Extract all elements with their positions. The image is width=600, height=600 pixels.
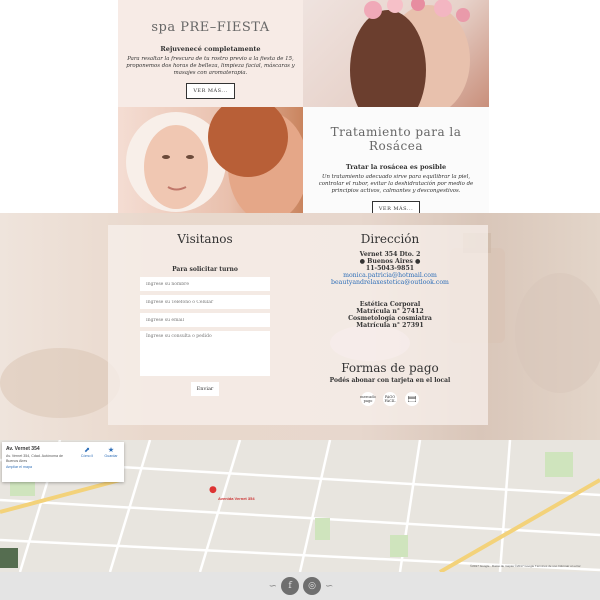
instagram-icon[interactable]: ◎	[303, 577, 321, 595]
address-line: Vernet 354 Dto. 2	[359, 251, 421, 258]
license-line: Matrícula n° 27391	[356, 322, 424, 329]
service-title: Tratamiento para la Rosácea	[330, 125, 462, 153]
license-line: Cosmetología cosmiatra	[348, 315, 432, 322]
address-line: ● Buenos Aires ●	[359, 258, 421, 265]
ver-mas-button[interactable]: VER MÁS...	[186, 83, 235, 99]
star-icon: ★	[107, 447, 115, 454]
service-description: Un tratamiento adecuado sirve para equil…	[318, 174, 474, 194]
service-subtitle: Rejuvenecé completamente	[160, 45, 261, 53]
email-link[interactable]: beautyandrelaxestetica@outlook.com	[320, 279, 460, 286]
map-info-card: Av. Vernet 354 Av. Vernet 354, Cdad. Aut…	[2, 442, 124, 482]
directions-label: Cómo ll	[80, 454, 94, 458]
email-link[interactable]: monica.patricia@hotmail.com	[320, 272, 460, 279]
directions-button[interactable]: ⬈ Cómo ll	[76, 446, 98, 458]
ornament-icon: ∽	[325, 580, 334, 592]
rosacea-face-image	[118, 107, 303, 213]
social-links: ∽ f ◎ ∽	[260, 575, 342, 597]
visitanos-heading: Visitanos	[177, 232, 233, 246]
map-pin-label: Avenida Vernet 354	[218, 496, 255, 501]
spa-prefiesta-card: spa PRE–FIESTA Rejuvenecé completamente …	[118, 0, 303, 107]
enlarge-map-link[interactable]: Ampliar el mapa	[6, 465, 120, 469]
form-label: Para solicitar turno	[172, 266, 238, 273]
pagofacil-icon: PAGO FÁCIL	[383, 392, 397, 406]
email-input[interactable]	[140, 313, 270, 327]
payment-icons: mercado pago PAGO FÁCIL	[320, 392, 460, 406]
woman-flower-crown-image	[303, 0, 489, 107]
license-line: Estética Corporal	[359, 301, 421, 308]
map-pin-icon[interactable]: ●	[209, 485, 217, 495]
license-line: Matrícula n° 27412	[356, 308, 424, 315]
facebook-icon[interactable]: f	[281, 577, 299, 595]
mercadopago-icon: mercado pago	[360, 392, 376, 406]
save-place-button[interactable]: ★ Guardar	[100, 446, 122, 458]
map-attribution: ©2017 Google · Datos de mapas ©2017 Goog…	[470, 564, 581, 568]
contact-section: Visitanos Para solicitar turno Enviar Di…	[0, 213, 600, 440]
service-title: spa PRE–FIESTA	[151, 20, 270, 35]
google-map[interactable]: Av. Vernet 354 Av. Vernet 354, Cdad. Aut…	[0, 440, 600, 572]
payment-block: Formas de pago Podés abonar con tarjeta …	[320, 361, 460, 406]
phone-input[interactable]	[140, 295, 270, 309]
service-subtitle: Tratar la rosácea es posible	[345, 163, 447, 171]
formas-de-pago-heading: Formas de pago	[341, 361, 439, 375]
send-button[interactable]: Enviar	[191, 382, 219, 396]
address-block: Dirección Vernet 354 Dto. 2 ● Buenos Air…	[320, 232, 460, 329]
message-textarea[interactable]	[140, 331, 270, 376]
map-place-address: Av. Vernet 354, Cdad. Autónoma de Buenos…	[6, 454, 64, 463]
ornament-icon: ∽	[268, 580, 277, 592]
appointment-form: Visitanos Para solicitar turno Enviar	[140, 232, 270, 396]
save-label: Guardar	[104, 454, 118, 458]
direccion-heading: Dirección	[360, 232, 420, 246]
payment-note: Podés abonar con tarjeta en el local	[329, 377, 451, 384]
name-input[interactable]	[140, 277, 270, 291]
directions-icon: ⬈	[84, 447, 90, 454]
rosacea-card: Tratamiento para la Rosácea Tratar la ro…	[303, 107, 489, 217]
phone-number: 11-5043-9851	[365, 265, 415, 272]
credit-card-icon	[405, 392, 419, 406]
services-section: spa PRE–FIESTA Rejuvenecé completamente …	[0, 0, 600, 217]
service-description: Para resaltar la frescura de tu rostro p…	[126, 56, 295, 76]
